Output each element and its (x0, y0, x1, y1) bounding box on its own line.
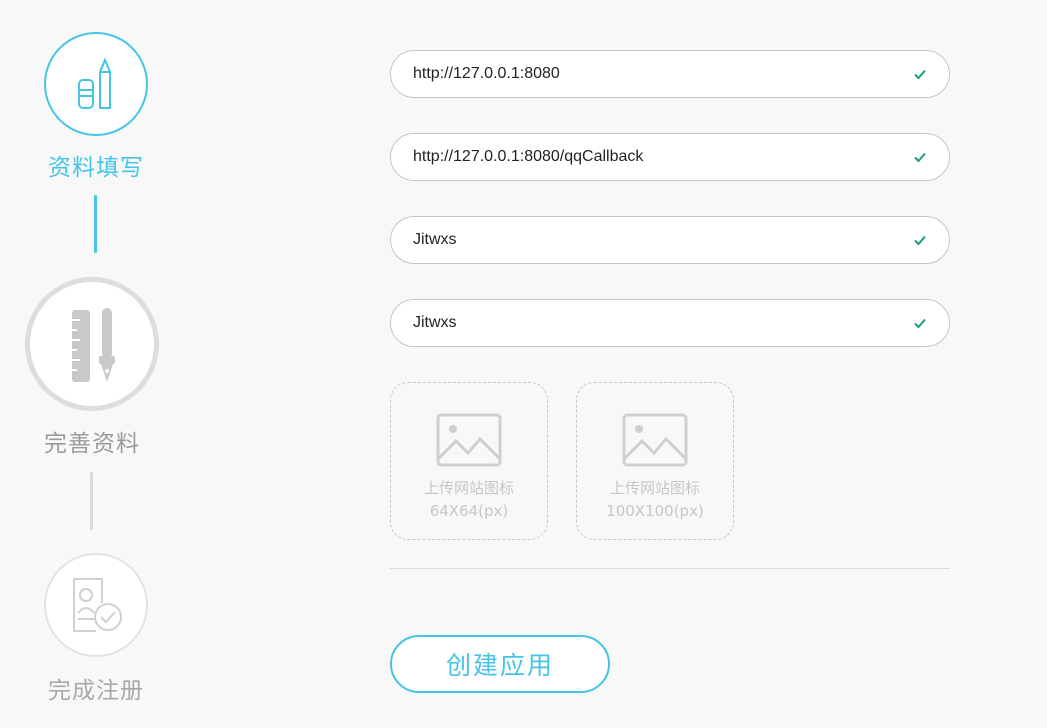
app-name-input[interactable] (413, 231, 913, 249)
form-divider (390, 568, 950, 569)
valid-check-icon (914, 235, 926, 246)
step-1-label: 资料填写 (48, 155, 144, 181)
callback-url-input[interactable] (413, 148, 913, 166)
upload-icon-100[interactable]: 上传网站图标 100X100(px) (576, 382, 734, 540)
valid-check-icon (914, 152, 926, 163)
upload-title: 上传网站图标 (423, 479, 514, 497)
step-3-circle (44, 553, 148, 657)
step-finish-register: 完成注册 (43, 553, 149, 705)
eraser-pencil-icon (78, 57, 111, 109)
image-placeholder-icon (622, 413, 688, 467)
step-3-label: 完成注册 (48, 678, 144, 704)
step-2-circle (25, 277, 159, 411)
upload-size-hint: 100X100(px) (606, 502, 704, 520)
valid-check-icon (914, 69, 926, 80)
image-placeholder-icon (436, 413, 502, 467)
upload-size-hint: 64X64(px) (429, 502, 509, 520)
callback-url-field[interactable] (390, 133, 950, 181)
step-complete-info: 完善资料 (24, 277, 160, 458)
step-info-fill: 资料填写 (43, 32, 149, 182)
step-1-circle (44, 32, 148, 136)
website-url-input[interactable] (413, 65, 913, 83)
app-description-input[interactable] (413, 314, 913, 332)
ruler-pen-icon (72, 308, 115, 382)
valid-check-icon (914, 318, 926, 329)
step-connector-1 (94, 195, 97, 253)
profile-check-icon (73, 578, 122, 632)
website-url-field[interactable] (390, 50, 950, 98)
app-name-field[interactable] (390, 216, 950, 264)
create-app-button[interactable]: 创建应用 (390, 635, 610, 693)
step-2-label: 完善资料 (44, 431, 140, 457)
step-connector-2 (90, 472, 93, 530)
upload-icon-64[interactable]: 上传网站图标 64X64(px) (390, 382, 548, 540)
upload-title: 上传网站图标 (609, 479, 700, 497)
app-description-field[interactable] (390, 299, 950, 347)
